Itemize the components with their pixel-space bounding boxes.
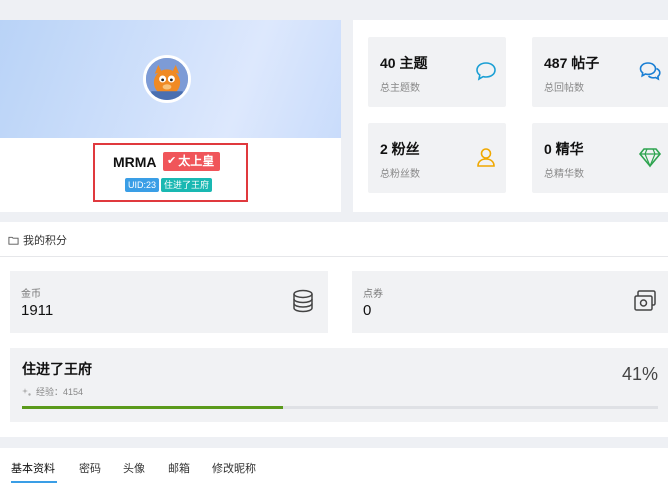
stat-label: 总主题数: [380, 83, 420, 94]
section-title: 我的积分: [8, 232, 67, 248]
chat-bubble-icon: [476, 62, 496, 81]
stat-value: 487 帖子: [544, 55, 600, 71]
tab-password[interactable]: 密码: [79, 460, 101, 476]
uid-tag: UID:23: [125, 178, 160, 192]
chat-bubbles-icon: [639, 62, 661, 81]
username: MRMA: [113, 154, 157, 170]
stat-value: 40 主题: [380, 55, 428, 71]
profile-card: MRMA ✔ 太上皇 UID:23 住进了王府: [0, 20, 341, 212]
tab-basic-info[interactable]: 基本资料: [11, 460, 55, 476]
tab-avatar[interactable]: 头像: [123, 460, 145, 476]
coupon-icon: [634, 290, 656, 311]
level-progress-track: [22, 406, 658, 409]
tab-email[interactable]: 邮箱: [168, 460, 190, 476]
gold-value: 1911: [21, 302, 54, 319]
divider: [0, 256, 668, 257]
tab-change-nickname[interactable]: 修改昵称: [212, 460, 256, 476]
points-card: 我的积分 金币 1911 点券 0 住进了王府 经验：4154 41%: [0, 222, 668, 437]
stat-label: 总精华数: [544, 169, 584, 180]
rank-badge: ✔ 太上皇: [163, 152, 221, 171]
stat-value: 0 精华: [544, 141, 584, 157]
level-exp: 经验：4154: [22, 385, 83, 398]
check-icon: ✔: [167, 155, 177, 167]
stat-value: 2 粉丝: [380, 141, 420, 157]
stat-followers[interactable]: 2 粉丝 总粉丝数: [368, 123, 506, 193]
rank-badge-label: 太上皇: [178, 154, 215, 168]
coins-icon: [293, 289, 313, 313]
stat-featured[interactable]: 0 精华 总精华数: [532, 123, 668, 193]
level-tag: 住进了王府: [161, 178, 213, 192]
coupon-box: 点券 0: [352, 271, 668, 333]
active-tab-indicator: [11, 481, 57, 483]
gold-label: 金币: [21, 289, 41, 300]
level-progress-fill: [22, 406, 283, 409]
section-title-label: 我的积分: [23, 235, 67, 247]
tabs-bar: 基本资料 密码 头像 邮箱 修改昵称: [0, 448, 668, 500]
folder-icon: [8, 236, 19, 245]
stat-posts[interactable]: 487 帖子 总回帖数: [532, 37, 668, 107]
avatar[interactable]: [143, 55, 191, 103]
level-box: 住进了王府 经验：4154 41%: [10, 348, 668, 422]
user-icon: [477, 148, 495, 167]
level-name: 住进了王府: [22, 361, 92, 377]
coupon-value: 0: [363, 302, 372, 319]
stat-label: 总粉丝数: [380, 169, 420, 180]
sparkle-icon: [22, 387, 31, 396]
coupon-label: 点券: [363, 289, 383, 300]
stat-topics[interactable]: 40 主题 总主题数: [368, 37, 506, 107]
diamond-icon: [638, 148, 662, 168]
gold-box: 金币 1911: [10, 271, 328, 333]
level-exp-label: 经验：4154: [36, 387, 84, 397]
stats-card: 40 主题 总主题数 487 帖子 总回帖数 2 粉丝 总粉丝数 0 精华 总精…: [353, 20, 668, 212]
stat-label: 总回帖数: [544, 83, 584, 94]
level-percent: 41%: [621, 364, 658, 384]
